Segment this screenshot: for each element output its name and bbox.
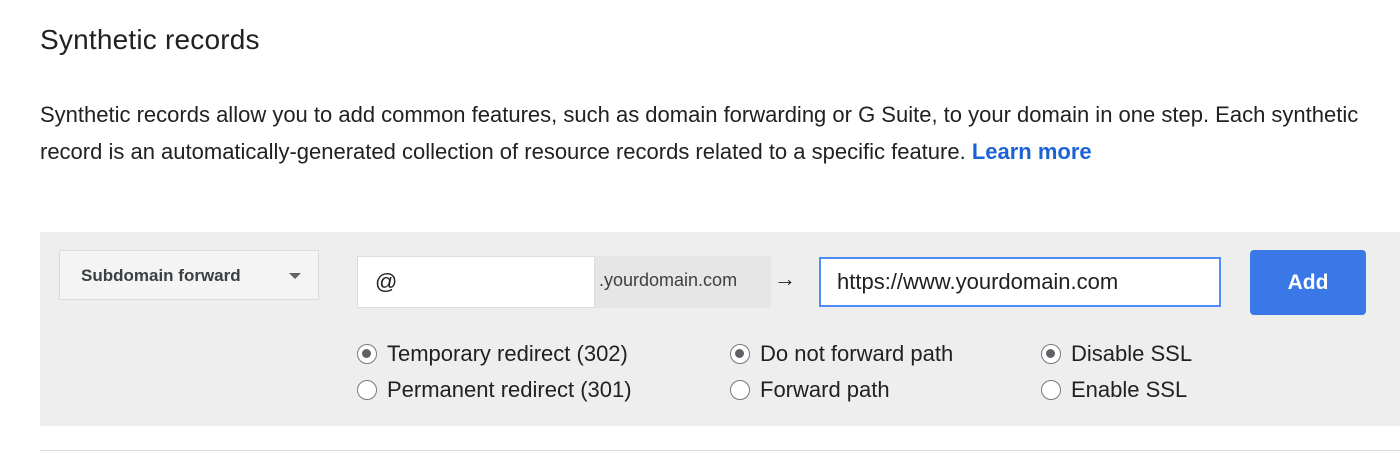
- radio-label: Forward path: [760, 377, 890, 402]
- radio-forward-path[interactable]: Forward path: [730, 376, 890, 404]
- radio-checked-icon: [1041, 344, 1061, 364]
- radio-label: Enable SSL: [1071, 377, 1188, 402]
- radio-temporary-redirect[interactable]: Temporary redirect (302): [357, 340, 628, 368]
- radio-label: Do not forward path: [760, 341, 954, 366]
- radio-label: Disable SSL: [1071, 341, 1193, 366]
- radio-unchecked-icon: [357, 380, 377, 400]
- radio-permanent-redirect[interactable]: Permanent redirect (301): [357, 376, 632, 404]
- add-button[interactable]: Add: [1250, 250, 1366, 315]
- arrow-right-icon: →: [774, 266, 796, 291]
- section-divider: [40, 450, 1400, 451]
- domain-suffix: .yourdomain.com: [595, 256, 771, 308]
- radio-disable-ssl[interactable]: Disable SSL: [1041, 340, 1192, 368]
- section-description: Synthetic records allow you to add commo…: [40, 96, 1375, 170]
- record-type-dropdown[interactable]: Subdomain forward: [59, 250, 319, 300]
- subdomain-input[interactable]: [357, 256, 595, 308]
- description-text: Synthetic records allow you to add commo…: [40, 102, 1359, 164]
- destination-url-input[interactable]: [819, 257, 1221, 307]
- chevron-down-icon: [289, 273, 301, 279]
- radio-checked-icon: [357, 344, 377, 364]
- radio-enable-ssl[interactable]: Enable SSL: [1041, 376, 1187, 404]
- record-type-label: Subdomain forward: [81, 266, 241, 285]
- learn-more-link[interactable]: Learn more: [972, 139, 1092, 164]
- section-title: Synthetic records: [40, 24, 260, 55]
- radio-label: Permanent redirect (301): [387, 377, 632, 402]
- radio-checked-icon: [730, 344, 750, 364]
- radio-unchecked-icon: [730, 380, 750, 400]
- radio-unchecked-icon: [1041, 380, 1061, 400]
- radio-do-not-forward-path[interactable]: Do not forward path: [730, 340, 953, 368]
- radio-label: Temporary redirect (302): [387, 341, 628, 366]
